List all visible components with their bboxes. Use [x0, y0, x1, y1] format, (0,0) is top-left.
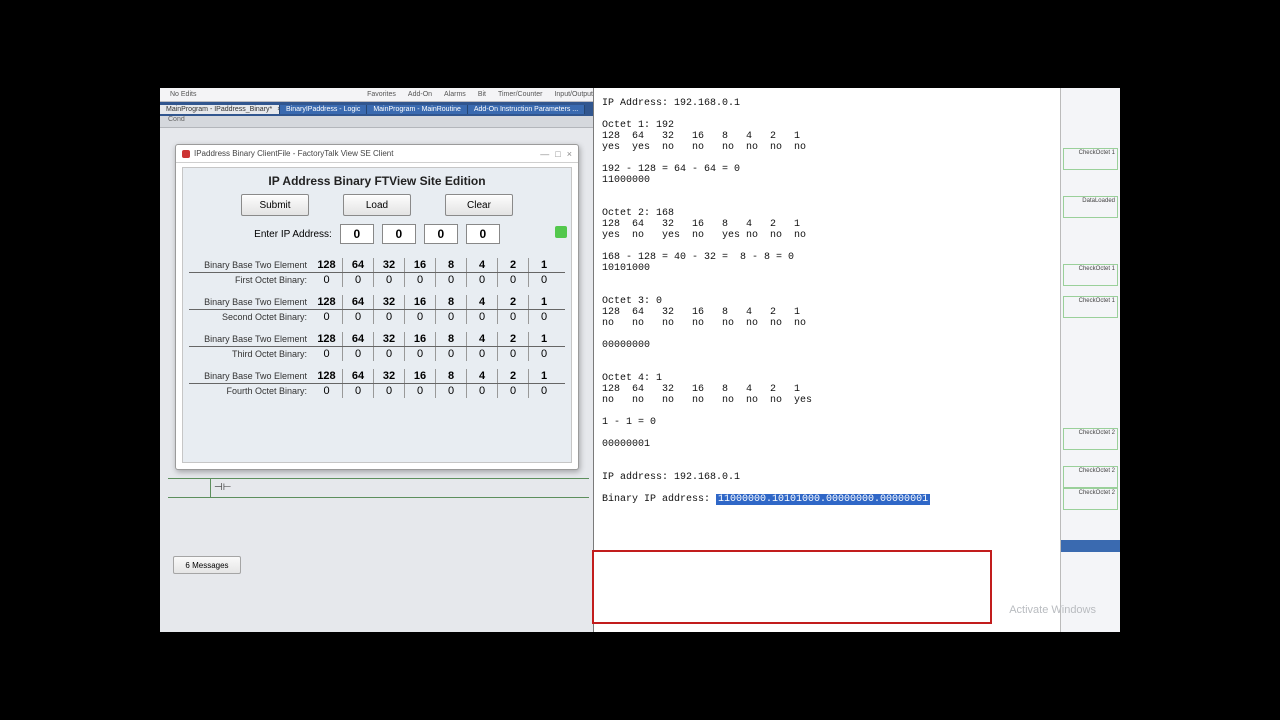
submit-button[interactable]: Submit: [241, 194, 309, 216]
clear-button[interactable]: Clear: [445, 194, 513, 216]
octet2-label: Second Octet Binary:: [189, 312, 311, 322]
close-icon[interactable]: ×: [567, 149, 572, 159]
ftview-client-window: IPaddress Binary ClientFile - FactoryTal…: [175, 144, 579, 470]
ide-left-pane: No Edits Favorites Add-On Alarms Bit Tim…: [160, 88, 594, 632]
peek-rung: DataLoaded: [1063, 196, 1118, 218]
secondary-pane-peek: CheckOctet 1 DataLoaded CheckOctet 1 CheckO…: [1060, 88, 1120, 632]
tab-ipaddress-binary[interactable]: MainProgram - IPaddress_Binary*×: [160, 105, 280, 114]
tool-bit[interactable]: Bit: [478, 91, 486, 98]
window-title: IPaddress Binary ClientFile - FactoryTal…: [194, 149, 393, 158]
tab-main-routine[interactable]: MainProgram - MainRoutine: [367, 105, 468, 114]
page-title: IP Address Binary FTView Site Edition: [189, 174, 565, 188]
ip-octet-3[interactable]: 0: [424, 224, 458, 244]
peek-rung: CheckOctet 2: [1063, 466, 1118, 488]
windows-watermark: Activate Windows: [1009, 604, 1096, 616]
tool-favorites[interactable]: Favorites: [367, 91, 396, 98]
peek-rung: CheckOctet 1: [1063, 148, 1118, 170]
contact-icon: ⊣⊢: [214, 482, 231, 493]
peek-rung: CheckOctet 1: [1063, 264, 1118, 286]
tool-addon[interactable]: Add-On: [408, 91, 432, 98]
element-label: Binary Base Two Element: [189, 260, 311, 270]
load-button[interactable]: Load: [343, 194, 411, 216]
tab-binary-logic[interactable]: BinaryIPaddress - Logic: [280, 105, 367, 114]
status-indicator: [555, 226, 567, 238]
ladder-rung-preview: ⊣⊢: [168, 478, 589, 498]
calc-output: IP Address: 192.168.0.1 Octet 1: 192 128…: [602, 98, 1112, 622]
octet2-group: Binary Base Two Element 1286432168421 Se…: [189, 295, 565, 324]
sub-shelf: Cond: [160, 116, 593, 128]
maximize-icon[interactable]: □: [555, 149, 560, 159]
ip-octet-1[interactable]: 0: [340, 224, 374, 244]
ip-octet-2[interactable]: 0: [382, 224, 416, 244]
peek-tabbar: [1061, 540, 1120, 552]
ftview-titlebar[interactable]: IPaddress Binary ClientFile - FactoryTal…: [176, 145, 578, 163]
minimize-icon[interactable]: —: [540, 149, 549, 159]
octet4-label: Fourth Octet Binary:: [189, 386, 311, 396]
top-toolbar: No Edits Favorites Add-On Alarms Bit Tim…: [160, 88, 593, 102]
messages-button[interactable]: 6 Messages: [173, 556, 241, 574]
octet3-label: Third Octet Binary:: [189, 349, 311, 359]
tab-addon-params[interactable]: Add-On Instruction Parameters ...: [468, 105, 585, 114]
octet3-group: Binary Base Two Element 1286432168421 Th…: [189, 332, 565, 361]
ftview-body: IP Address Binary FTView Site Edition Su…: [182, 167, 572, 463]
tool-alarms[interactable]: Alarms: [444, 91, 466, 98]
peek-rung: CheckOctet 2: [1063, 488, 1118, 510]
peek-rung: CheckOctet 1: [1063, 296, 1118, 318]
ip-label: Enter IP Address:: [254, 229, 332, 240]
edits-status: No Edits: [170, 91, 196, 98]
tool-io[interactable]: Input/Output: [554, 91, 593, 98]
octet4-group: Binary Base Two Element 1286432168421 Fo…: [189, 369, 565, 398]
editor-tabs: MainProgram - IPaddress_Binary*× BinaryI…: [160, 102, 593, 116]
ip-octet-4[interactable]: 0: [466, 224, 500, 244]
octet1-label: First Octet Binary:: [189, 275, 311, 285]
result-highlight-box: [592, 550, 992, 624]
peek-rung: CheckOctet 2: [1063, 428, 1118, 450]
app-icon: [182, 150, 190, 158]
octet1-group: Binary Base Two Element 1286432168421 Fi…: [189, 258, 565, 287]
tool-timer[interactable]: Timer/Counter: [498, 91, 542, 98]
